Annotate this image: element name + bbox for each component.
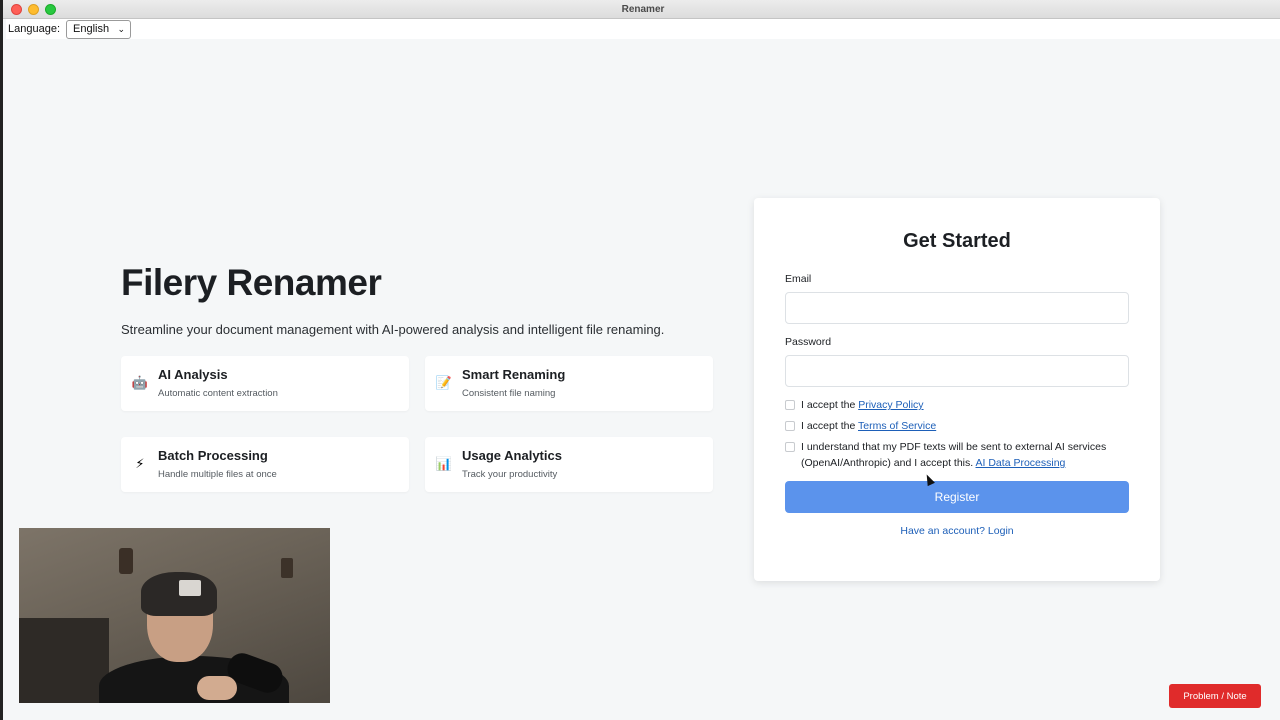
feature-description: Handle multiple files at once [158, 469, 277, 480]
feature-card-ai-analysis: 🤖 AI Analysis Automatic content extracti… [121, 356, 409, 411]
terms-of-service-link[interactable]: Terms of Service [858, 420, 936, 432]
page-title: Filery Renamer [121, 262, 382, 303]
window-controls [11, 4, 56, 15]
minimize-window-button[interactable] [28, 4, 39, 15]
privacy-prefix: I accept the [801, 399, 859, 411]
language-bar: Language: English ⌄ [6, 19, 1280, 39]
ai-consent-text: I understand that my PDF texts will be s… [801, 439, 1121, 471]
terms-consent-row: I accept the Terms of Service [785, 418, 1121, 434]
language-select-value: English [73, 23, 110, 35]
register-button[interactable]: Register [785, 481, 1129, 513]
email-field[interactable] [785, 292, 1129, 324]
feature-title: AI Analysis [158, 367, 228, 382]
terms-checkbox[interactable] [785, 421, 795, 431]
register-title: Get Started [903, 230, 1011, 252]
feature-card-usage-analytics: 📊 Usage Analytics Track your productivit… [425, 437, 713, 492]
window-title: Renamer [621, 3, 665, 15]
feature-card-smart-renaming: 📝 Smart Renaming Consistent file naming [425, 356, 713, 411]
webcam-overlay [19, 528, 330, 703]
app-window: Renamer Language: English ⌄ Filery Renam… [0, 0, 1280, 720]
terms-consent-text: I accept the Terms of Service [801, 418, 1121, 434]
ai-consent-checkbox[interactable] [785, 442, 795, 452]
robot-icon: 🤖 [131, 375, 149, 390]
memo-icon: 📝 [435, 375, 453, 390]
privacy-consent-row: I accept the Privacy Policy [785, 397, 1121, 413]
feature-title: Usage Analytics [462, 448, 562, 463]
privacy-checkbox[interactable] [785, 400, 795, 410]
problem-note-button[interactable]: Problem / Note [1169, 684, 1261, 708]
privacy-consent-text: I accept the Privacy Policy [801, 397, 1121, 413]
maximize-window-button[interactable] [45, 4, 56, 15]
privacy-policy-link[interactable]: Privacy Policy [858, 399, 923, 411]
feature-description: Track your productivity [462, 469, 558, 480]
presenter-hand [197, 676, 237, 700]
language-label: Language: [8, 23, 60, 35]
beanie-patch [179, 580, 201, 596]
register-card: Get Started Email Password I accept the … [754, 198, 1160, 581]
feature-card-batch-processing: ⚡ Batch Processing Handle multiple files… [121, 437, 409, 492]
terms-prefix: I accept the [801, 420, 859, 432]
language-select[interactable]: English ⌄ [66, 19, 131, 39]
bar-chart-icon: 📊 [435, 456, 453, 471]
lightning-icon: ⚡ [135, 456, 145, 471]
password-label: Password [785, 336, 832, 348]
email-label: Email [785, 273, 812, 285]
page-subtitle: Streamline your document management with… [121, 322, 665, 337]
webcam-background [19, 618, 109, 703]
login-link[interactable]: Have an account? Login [754, 525, 1160, 537]
close-window-button[interactable] [11, 4, 22, 15]
ai-consent-row: I understand that my PDF texts will be s… [785, 439, 1121, 471]
feature-title: Smart Renaming [462, 367, 566, 382]
title-bar: Renamer [3, 0, 1280, 19]
ai-data-processing-link[interactable]: AI Data Processing [976, 457, 1066, 469]
feature-description: Consistent file naming [462, 388, 556, 399]
webcam-background [281, 558, 293, 578]
chevron-down-icon: ⌄ [117, 23, 125, 34]
webcam-background [119, 548, 133, 574]
feature-title: Batch Processing [158, 448, 268, 463]
password-field[interactable] [785, 355, 1129, 387]
feature-description: Automatic content extraction [158, 388, 278, 399]
